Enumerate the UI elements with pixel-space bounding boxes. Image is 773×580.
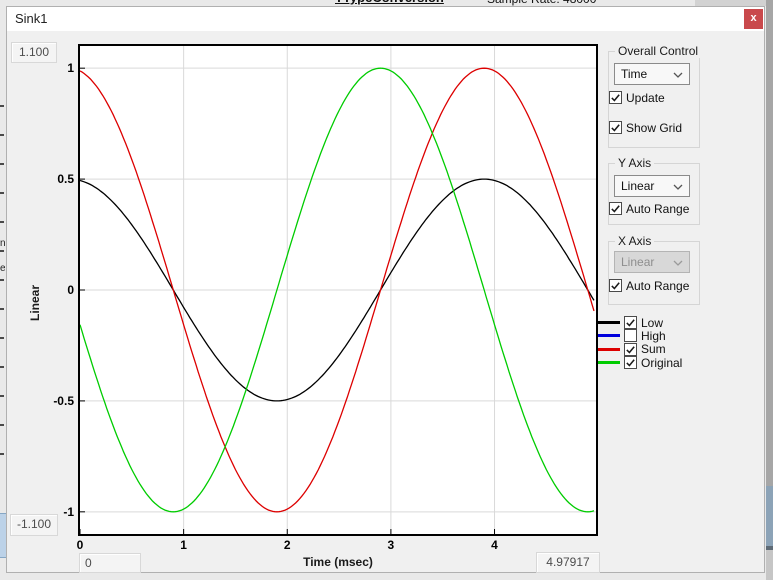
group-title: Overall Control: [615, 44, 701, 58]
y-tick-label: 0.5: [34, 171, 74, 187]
y-tick-label: 1: [34, 60, 74, 76]
legend-swatch-sum: [598, 348, 620, 351]
background-axis-ticks-fragment: [0, 105, 4, 467]
y-axis-scale-dropdown[interactable]: Linear: [614, 175, 690, 197]
row-high[interactable]: High: [598, 329, 666, 342]
x-tick-label: 3: [371, 537, 411, 553]
row-auto-range[interactable]: Auto Range: [609, 279, 689, 292]
label-auto-range: Auto Range: [626, 202, 689, 216]
check-icon: [610, 122, 621, 133]
check-icon: [610, 203, 621, 214]
x-tick-label: 1: [164, 537, 204, 553]
checkbox-original[interactable]: [624, 356, 637, 369]
y-tick-label: -0.5: [34, 393, 74, 409]
checkbox-sum[interactable]: [624, 343, 637, 356]
x-tick-label: 0: [60, 537, 100, 553]
x-tick-label: 2: [267, 537, 307, 553]
checkbox-auto-range[interactable]: [609, 279, 622, 292]
y-tick-label: 0: [34, 282, 74, 298]
window-title: Sink1: [15, 11, 48, 26]
check-icon: [625, 357, 636, 368]
checkbox-update[interactable]: [609, 91, 622, 104]
x-tick-label: 4: [475, 537, 515, 553]
overall-checkboxes: Update Show Grid: [609, 91, 697, 136]
row-update[interactable]: Update: [609, 91, 665, 104]
legend: LowHighSumOriginal: [598, 316, 713, 372]
row-original[interactable]: Original: [598, 356, 682, 369]
background-clipped-char: e: [0, 263, 5, 274]
check-icon: [610, 280, 621, 291]
label-sum: Sum: [641, 342, 666, 356]
background-window-edge: [766, 550, 773, 580]
check-icon: [625, 317, 636, 328]
waveform-chart: [80, 46, 596, 534]
row-show-grid[interactable]: Show Grid: [609, 121, 682, 134]
background-clipped-text: TTypeConversion: [335, 0, 444, 5]
x-max-readout[interactable]: 4.97917: [536, 552, 600, 573]
label-update: Update: [626, 91, 665, 105]
check-icon: [625, 344, 636, 355]
background-clipped-char: n: [0, 238, 5, 249]
checkbox-show-grid[interactable]: [609, 121, 622, 134]
sink1-window: Sink1 x 1.100 -1.100 0 4.97917 Linear Ti…: [6, 6, 765, 573]
checkbox-auto-range[interactable]: [609, 202, 622, 215]
label-low: Low: [641, 316, 663, 330]
label-original: Original: [641, 356, 682, 370]
dropdown-value: Time: [621, 67, 647, 81]
checkbox-low[interactable]: [624, 316, 637, 329]
label-auto-range: Auto Range: [626, 279, 689, 293]
dropdown-value: Linear: [621, 179, 654, 193]
plot-area[interactable]: [78, 44, 598, 536]
title-bar[interactable]: Sink1 x: [7, 7, 764, 31]
label-high: High: [641, 329, 666, 343]
x-axis-checkboxes: Auto Range: [609, 279, 697, 293]
close-button[interactable]: x: [744, 9, 763, 29]
group-title: Y Axis: [615, 156, 654, 170]
y-axis-checkboxes: Auto Range: [609, 202, 697, 216]
label-show-grid: Show Grid: [626, 121, 682, 135]
row-low[interactable]: Low: [598, 316, 663, 329]
x-min-readout[interactable]: 0: [79, 553, 141, 573]
background-window-edge: [766, 486, 773, 546]
check-icon: [610, 92, 621, 103]
checkbox-high[interactable]: [624, 329, 637, 342]
chevron-down-icon: [673, 260, 683, 266]
row-auto-range[interactable]: Auto Range: [609, 202, 689, 215]
group-title: X Axis: [615, 234, 654, 248]
dropdown-value: Linear: [621, 255, 654, 269]
y-tick-label: -1: [34, 504, 74, 520]
x-axis-scale-dropdown: Linear: [614, 251, 690, 273]
overall-mode-dropdown[interactable]: Time: [614, 63, 690, 85]
legend-swatch-high: [598, 334, 620, 337]
x-axis-label: Time (msec): [278, 555, 398, 569]
chevron-down-icon: [673, 72, 683, 78]
legend-swatch-low: [598, 321, 620, 324]
chevron-down-icon: [673, 184, 683, 190]
background-window-edge: [766, 0, 773, 486]
row-sum[interactable]: Sum: [598, 343, 666, 356]
legend-swatch-original: [598, 361, 620, 364]
